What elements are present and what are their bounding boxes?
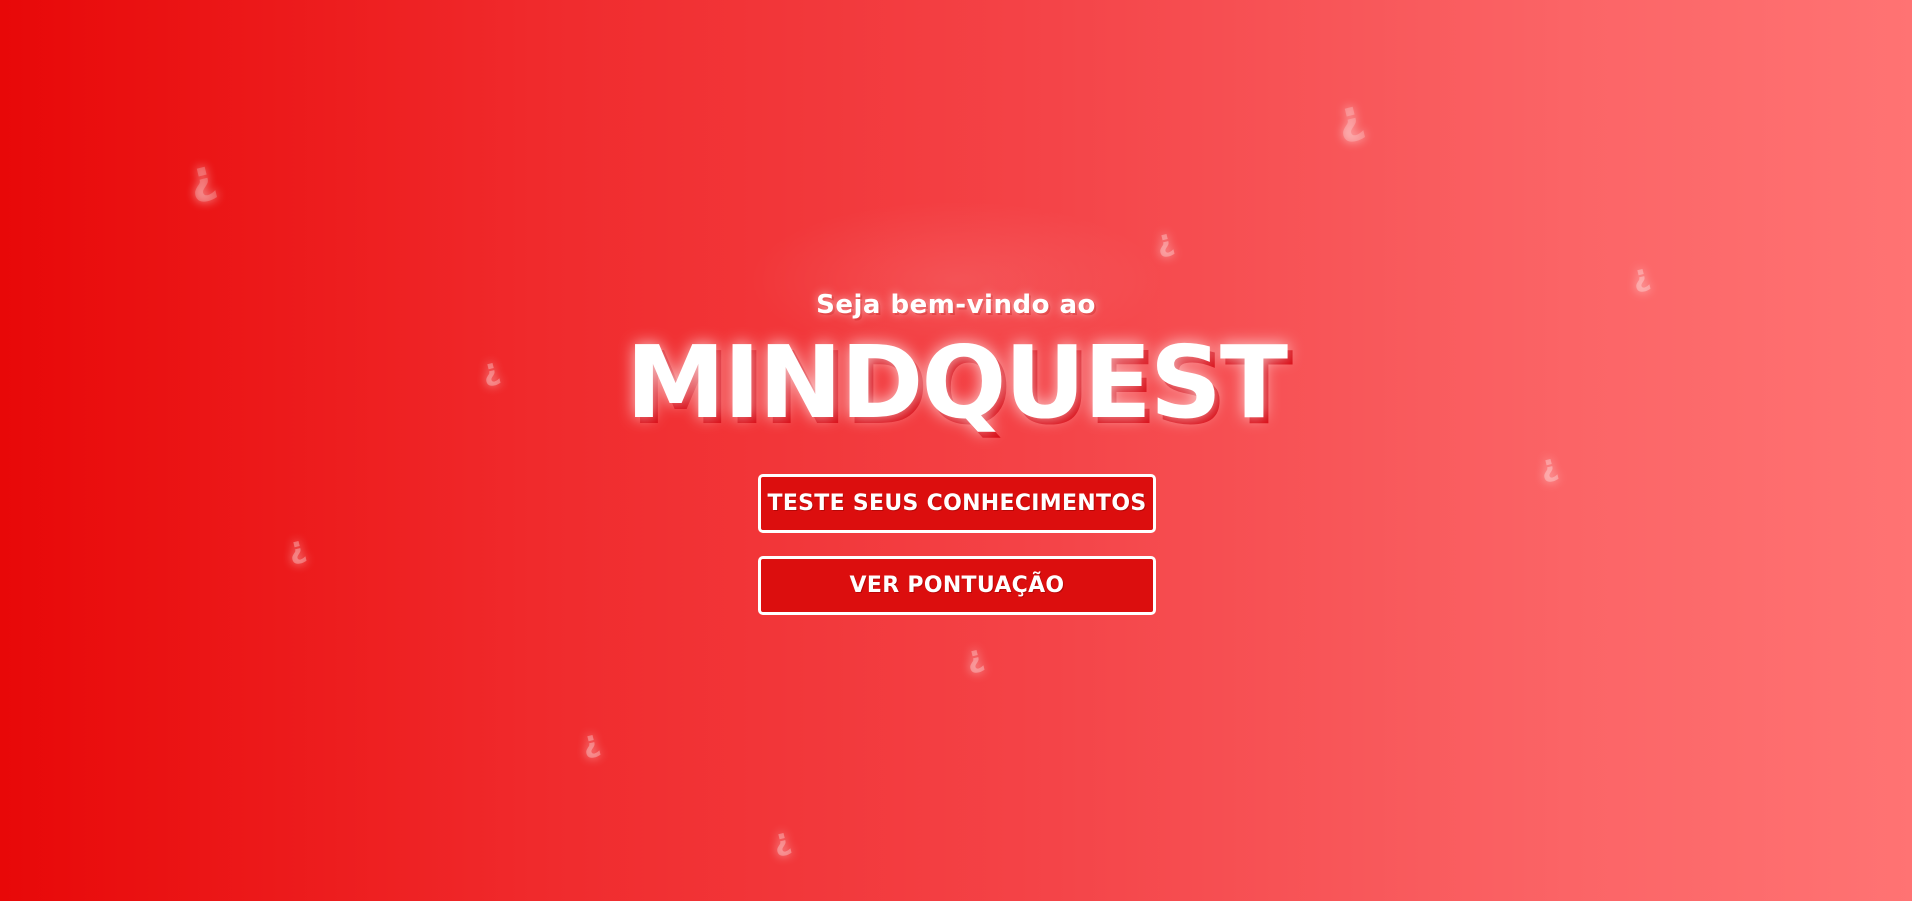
test-knowledge-button[interactable]: TESTE SEUS CONHECIMENTOS: [758, 474, 1156, 533]
main-menu: Seja bem-vindo ao MINDQUEST TESTE SEUS C…: [0, 0, 1912, 901]
game-title: MINDQUEST: [625, 324, 1288, 441]
view-score-button[interactable]: VER PONTUAÇÃO: [758, 556, 1156, 615]
welcome-text: Seja bem-vindo ao: [816, 290, 1096, 320]
